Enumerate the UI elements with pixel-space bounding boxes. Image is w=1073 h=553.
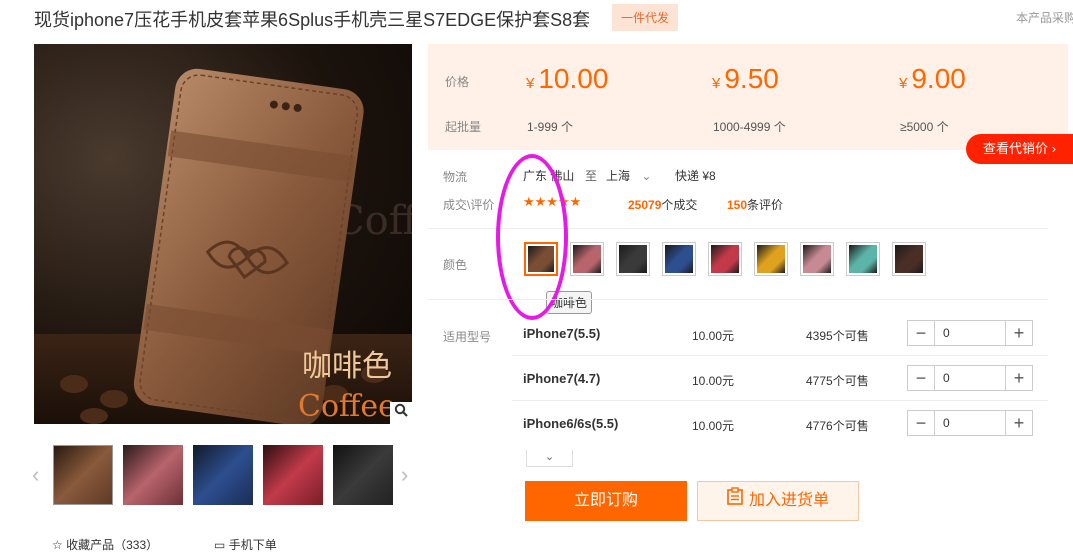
divider xyxy=(428,299,1048,300)
ship-to-select[interactable]: 上海 ⌄ xyxy=(606,167,651,184)
thumbnail[interactable] xyxy=(53,445,113,505)
plus-icon[interactable]: + xyxy=(1006,366,1032,390)
quantity-input[interactable]: 0 xyxy=(934,321,1006,345)
color-swatch[interactable] xyxy=(616,242,650,276)
reviews-label: 成交\评价 xyxy=(443,198,495,212)
thumbnail[interactable] xyxy=(333,445,393,505)
divider xyxy=(512,355,1048,356)
model-stock: 4776个可售 xyxy=(806,419,869,433)
moq-label: 起批量 xyxy=(445,120,482,134)
top-right-text[interactable]: 本产品采购 xyxy=(1016,9,1073,26)
color-caption-cn: 咖啡色 xyxy=(302,349,392,384)
chevron-right-icon[interactable]: › xyxy=(401,462,408,488)
model-label: 适用型号 xyxy=(443,330,492,344)
review-count-link[interactable]: 150条评价 xyxy=(727,196,783,213)
color-swatch[interactable] xyxy=(570,242,604,276)
thumbnail[interactable] xyxy=(193,445,253,505)
minus-icon[interactable]: − xyxy=(908,321,934,345)
model-name: iPhone7(4.7) xyxy=(523,371,601,386)
color-tooltip: 咖啡色 xyxy=(546,291,593,314)
star-outline-icon: ☆ xyxy=(52,538,63,552)
plus-icon[interactable]: + xyxy=(1006,321,1032,345)
color-swatch[interactable] xyxy=(662,242,696,276)
ship-from: 广东 佛山 xyxy=(523,169,575,183)
quantity-stepper[interactable]: − 0 + xyxy=(907,320,1033,346)
color-caption-en: Coffee xyxy=(298,389,396,424)
price-tier-2: ¥9.50 xyxy=(712,63,779,94)
quantity-stepper[interactable]: − 0 + xyxy=(907,365,1033,391)
quantity-input[interactable]: 0 xyxy=(934,411,1006,435)
model-name: iPhone7(5.5) xyxy=(523,326,601,341)
order-now-button[interactable]: 立即订购 xyxy=(525,481,687,521)
favorite-link[interactable]: ☆ 收藏产品（333） xyxy=(52,536,158,553)
color-swatch[interactable] xyxy=(846,242,880,276)
divider xyxy=(428,228,1048,229)
plus-icon[interactable]: + xyxy=(1006,411,1032,435)
color-label: 颜色 xyxy=(443,258,468,272)
rating-stars: ★★★★★ xyxy=(523,194,582,209)
quantity-input[interactable]: 0 xyxy=(934,366,1006,390)
ship-to-word: 至 xyxy=(585,169,598,183)
color-swatch[interactable] xyxy=(708,242,742,276)
price-label: 价格 xyxy=(445,75,470,89)
model-name: iPhone6/6s(5.5) xyxy=(523,416,619,431)
price-tier-1: ¥10.00 xyxy=(526,63,609,94)
mobile-order-link[interactable]: ▭ 手机下单 xyxy=(214,536,277,553)
expand-models-button[interactable]: ⌄ xyxy=(526,450,573,467)
color-swatch[interactable] xyxy=(754,242,788,276)
model-price: 10.00元 xyxy=(692,374,735,388)
clipboard-icon xyxy=(727,482,743,520)
price-tier-3: ¥9.00 xyxy=(899,63,966,94)
logistics-label: 物流 xyxy=(443,170,468,184)
range-tier-1: 1-999 个 xyxy=(527,120,574,134)
phone-icon: ▭ xyxy=(214,538,226,552)
thumbnail[interactable] xyxy=(263,445,323,505)
chevron-down-icon: ⌄ xyxy=(544,451,555,463)
deals-count-link[interactable]: 25079个成交 xyxy=(628,196,697,213)
chevron-right-icon: › xyxy=(1051,141,1056,156)
model-stock: 4395个可售 xyxy=(806,329,869,343)
range-tier-2: 1000-4999 个 xyxy=(713,120,786,134)
model-price: 10.00元 xyxy=(692,419,735,433)
agent-price-button[interactable]: 查看代销价 › xyxy=(966,134,1073,164)
shipping-method: 快递 ¥8 xyxy=(675,169,716,183)
color-swatch[interactable] xyxy=(524,242,558,276)
main-product-image[interactable]: Coffee 咖啡色 Coffee xyxy=(34,44,412,424)
add-to-cart-button[interactable]: 加入进货单 xyxy=(697,481,859,521)
color-swatch[interactable] xyxy=(892,242,926,276)
divider xyxy=(512,400,1048,401)
model-price: 10.00元 xyxy=(692,329,735,343)
minus-icon[interactable]: − xyxy=(908,366,934,390)
minus-icon[interactable]: − xyxy=(908,411,934,435)
product-title: 现货iphone7压花手机皮套苹果6Splus手机壳三星S7EDGE保护套S8套 xyxy=(34,10,591,30)
quantity-stepper[interactable]: − 0 + xyxy=(907,410,1033,436)
model-stock: 4775个可售 xyxy=(806,374,869,388)
color-swatch[interactable] xyxy=(800,242,834,276)
chevron-down-icon: ⌄ xyxy=(641,169,652,183)
dropship-tag: 一件代发 xyxy=(612,4,679,31)
chevron-left-icon[interactable]: ‹ xyxy=(32,462,39,488)
thumbnail[interactable] xyxy=(123,445,183,505)
magnifier-icon[interactable] xyxy=(390,402,412,424)
range-tier-3: ≥5000 个 xyxy=(900,120,949,134)
phone-case-illustration: Coffee 咖啡色 Coffee xyxy=(34,68,412,424)
